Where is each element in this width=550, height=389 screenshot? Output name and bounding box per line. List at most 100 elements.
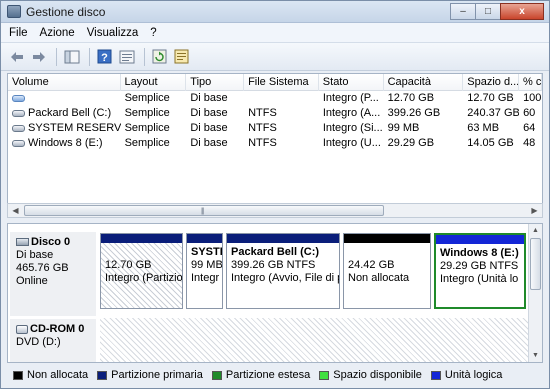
spazio-cell: 63 MB (467, 122, 500, 134)
scrollbar-thumb[interactable] (530, 238, 541, 290)
volume-name: Windows 8 (E:) (28, 137, 103, 149)
legend-item-free-space: Spazio disponibile (319, 369, 422, 381)
forward-arrow-icon[interactable] (29, 47, 48, 66)
cdrom-0-media-area[interactable] (100, 318, 528, 362)
partition-body: Windows 8 (E:) 29.29 GB NTFS Integro (Un… (436, 244, 524, 286)
partition-body: SYSTE 99 MB Integr (187, 243, 222, 285)
percent-cell: 100 (523, 92, 542, 104)
partition-unallocated[interactable]: 24.42 GB Non allocata (343, 233, 431, 309)
legend-item-unallocated: Non allocata (13, 369, 88, 381)
spazio-cell: 240.37 GB (467, 107, 520, 119)
legend-label: Spazio disponibile (333, 369, 422, 381)
volume-name-cell: Windows 8 (E:) (8, 136, 121, 151)
help-icon[interactable]: ? (95, 47, 114, 66)
volume-icon (12, 139, 25, 147)
partition-status: Integro (Partizio (105, 272, 182, 284)
stato-cell: Integro (A... (322, 107, 381, 119)
menu-azione[interactable]: Azione (40, 27, 75, 39)
capacita-cell: 399.26 GB (387, 107, 441, 119)
volume-name-cell (8, 91, 121, 106)
column-header-stato[interactable]: Stato (319, 74, 384, 91)
table-row[interactable]: Semplice Di base Integro (P... 12.70 GB … (8, 91, 542, 106)
partition-system-reserved[interactable]: SYSTE 99 MB Integr (186, 233, 223, 309)
file-system-cell: NTFS (248, 137, 277, 149)
partition-windows-8-e[interactable]: Windows 8 (E:) 29.29 GB NTFS Integro (Un… (434, 233, 526, 309)
dvd-drive-icon (16, 324, 28, 334)
volume-list-header: Volume Layout Tipo File Sistema Stato Ca… (8, 74, 542, 91)
volume-name: SYSTEM RESERVED (28, 122, 121, 134)
tipo-cell: Di base (190, 107, 228, 119)
capacita-cell: 29.29 GB (387, 137, 435, 149)
menu-help[interactable]: ? (150, 27, 156, 39)
table-row[interactable]: SYSTEM RESERVED Semplice Di base NTFS In… (8, 121, 542, 136)
column-header-spazio-disponibile[interactable]: Spazio d... (463, 74, 520, 91)
scroll-down-icon[interactable]: ▼ (529, 349, 542, 362)
disk-name: Disco 0 (31, 236, 71, 248)
partition-body: Packard Bell (C:) 399.26 GB NTFS Integro… (227, 243, 339, 285)
column-header-tipo[interactable]: Tipo (186, 74, 245, 91)
volume-icon (12, 109, 25, 117)
partition-size: 399.26 GB NTFS (231, 259, 316, 271)
legend-label: Partizione primaria (111, 369, 203, 381)
disk-management-app-icon (7, 5, 21, 18)
column-header-capacita[interactable]: Capacità (384, 74, 464, 91)
cdrom-0-label[interactable]: CD-ROM 0 DVD (D:) (10, 319, 96, 362)
disk-type: Di base (16, 249, 54, 261)
table-row[interactable]: Windows 8 (E:) Semplice Di base NTFS Int… (8, 136, 542, 151)
disk-size: 465.76 GB (16, 262, 69, 274)
back-arrow-icon[interactable] (7, 47, 26, 66)
column-header-file-system[interactable]: File Sistema (244, 74, 319, 91)
column-header-layout[interactable]: Layout (121, 74, 187, 91)
partition-status: Integro (Unità lo (440, 273, 519, 285)
column-header-volume[interactable]: Volume (8, 74, 121, 91)
layout-cell: Semplice (124, 122, 170, 134)
legend-swatch (97, 370, 108, 380)
stato-cell: Integro (Si... (322, 122, 383, 134)
partition-type-bar (101, 234, 182, 243)
disk-status: Online (16, 275, 48, 287)
export-list-icon[interactable] (172, 47, 191, 66)
scrollbar-thumb[interactable]: ||| (24, 205, 384, 216)
svg-text:?: ? (101, 52, 108, 64)
scroll-up-icon[interactable]: ▲ (529, 224, 542, 237)
table-row[interactable]: Packard Bell (C:) Semplice Di base NTFS … (8, 106, 542, 121)
console-tree-icon[interactable] (62, 47, 81, 66)
scroll-left-icon[interactable]: ◀ (8, 204, 23, 217)
hard-disk-icon (16, 238, 29, 247)
scroll-right-icon[interactable]: ▶ (527, 204, 542, 217)
file-system-cell: NTFS (248, 107, 277, 119)
percent-cell: 48 (523, 137, 536, 149)
volume-name-cell: SYSTEM RESERVED (8, 121, 121, 136)
legend-swatch (430, 370, 441, 380)
partition-packard-bell-c[interactable]: Packard Bell (C:) 399.26 GB NTFS Integro… (226, 233, 340, 309)
partition-recovery[interactable]: 12.70 GB Integro (Partizio (100, 233, 183, 309)
partition-type-bar (187, 234, 222, 243)
disk-0-label[interactable]: Disco 0 Di base 465.76 GB Online (10, 232, 96, 316)
percent-cell: 64 (523, 122, 536, 134)
menu-file[interactable]: File (9, 27, 28, 39)
layout-cell: Semplice (124, 92, 170, 104)
partition-status: Integro (Avvio, File di p (231, 272, 339, 284)
maximize-button[interactable]: □ (475, 3, 501, 20)
partition-body: 24.42 GB Non allocata (344, 243, 430, 285)
horizontal-scrollbar[interactable]: ◀ ||| ▶ (7, 203, 543, 218)
menu-bar: File Azione Visualizza ? (1, 23, 549, 43)
minimize-button[interactable]: – (450, 3, 476, 20)
close-button[interactable]: x (500, 3, 544, 20)
title-bar: Gestione disco – □ x (1, 1, 549, 23)
percent-cell: 60 (523, 107, 536, 119)
partition-type-bar (227, 234, 339, 243)
grip-icon: ||| (201, 208, 205, 215)
refresh-icon[interactable] (150, 47, 169, 66)
properties-icon[interactable] (117, 47, 136, 66)
partition-size: 24.42 GB (348, 259, 395, 271)
menu-visualizza[interactable]: Visualizza (87, 27, 139, 39)
partition-status: Integr (191, 272, 220, 284)
vertical-scrollbar[interactable]: ▲ ▼ (528, 224, 542, 362)
capacita-cell: 12.70 GB (387, 92, 435, 104)
partition-body: 12.70 GB Integro (Partizio (101, 243, 182, 285)
legend-swatch (211, 370, 222, 380)
column-header-percent-free[interactable]: % c (519, 74, 542, 91)
volume-name-cell: Packard Bell (C:) (8, 106, 121, 121)
layout-cell: Semplice (124, 107, 170, 119)
